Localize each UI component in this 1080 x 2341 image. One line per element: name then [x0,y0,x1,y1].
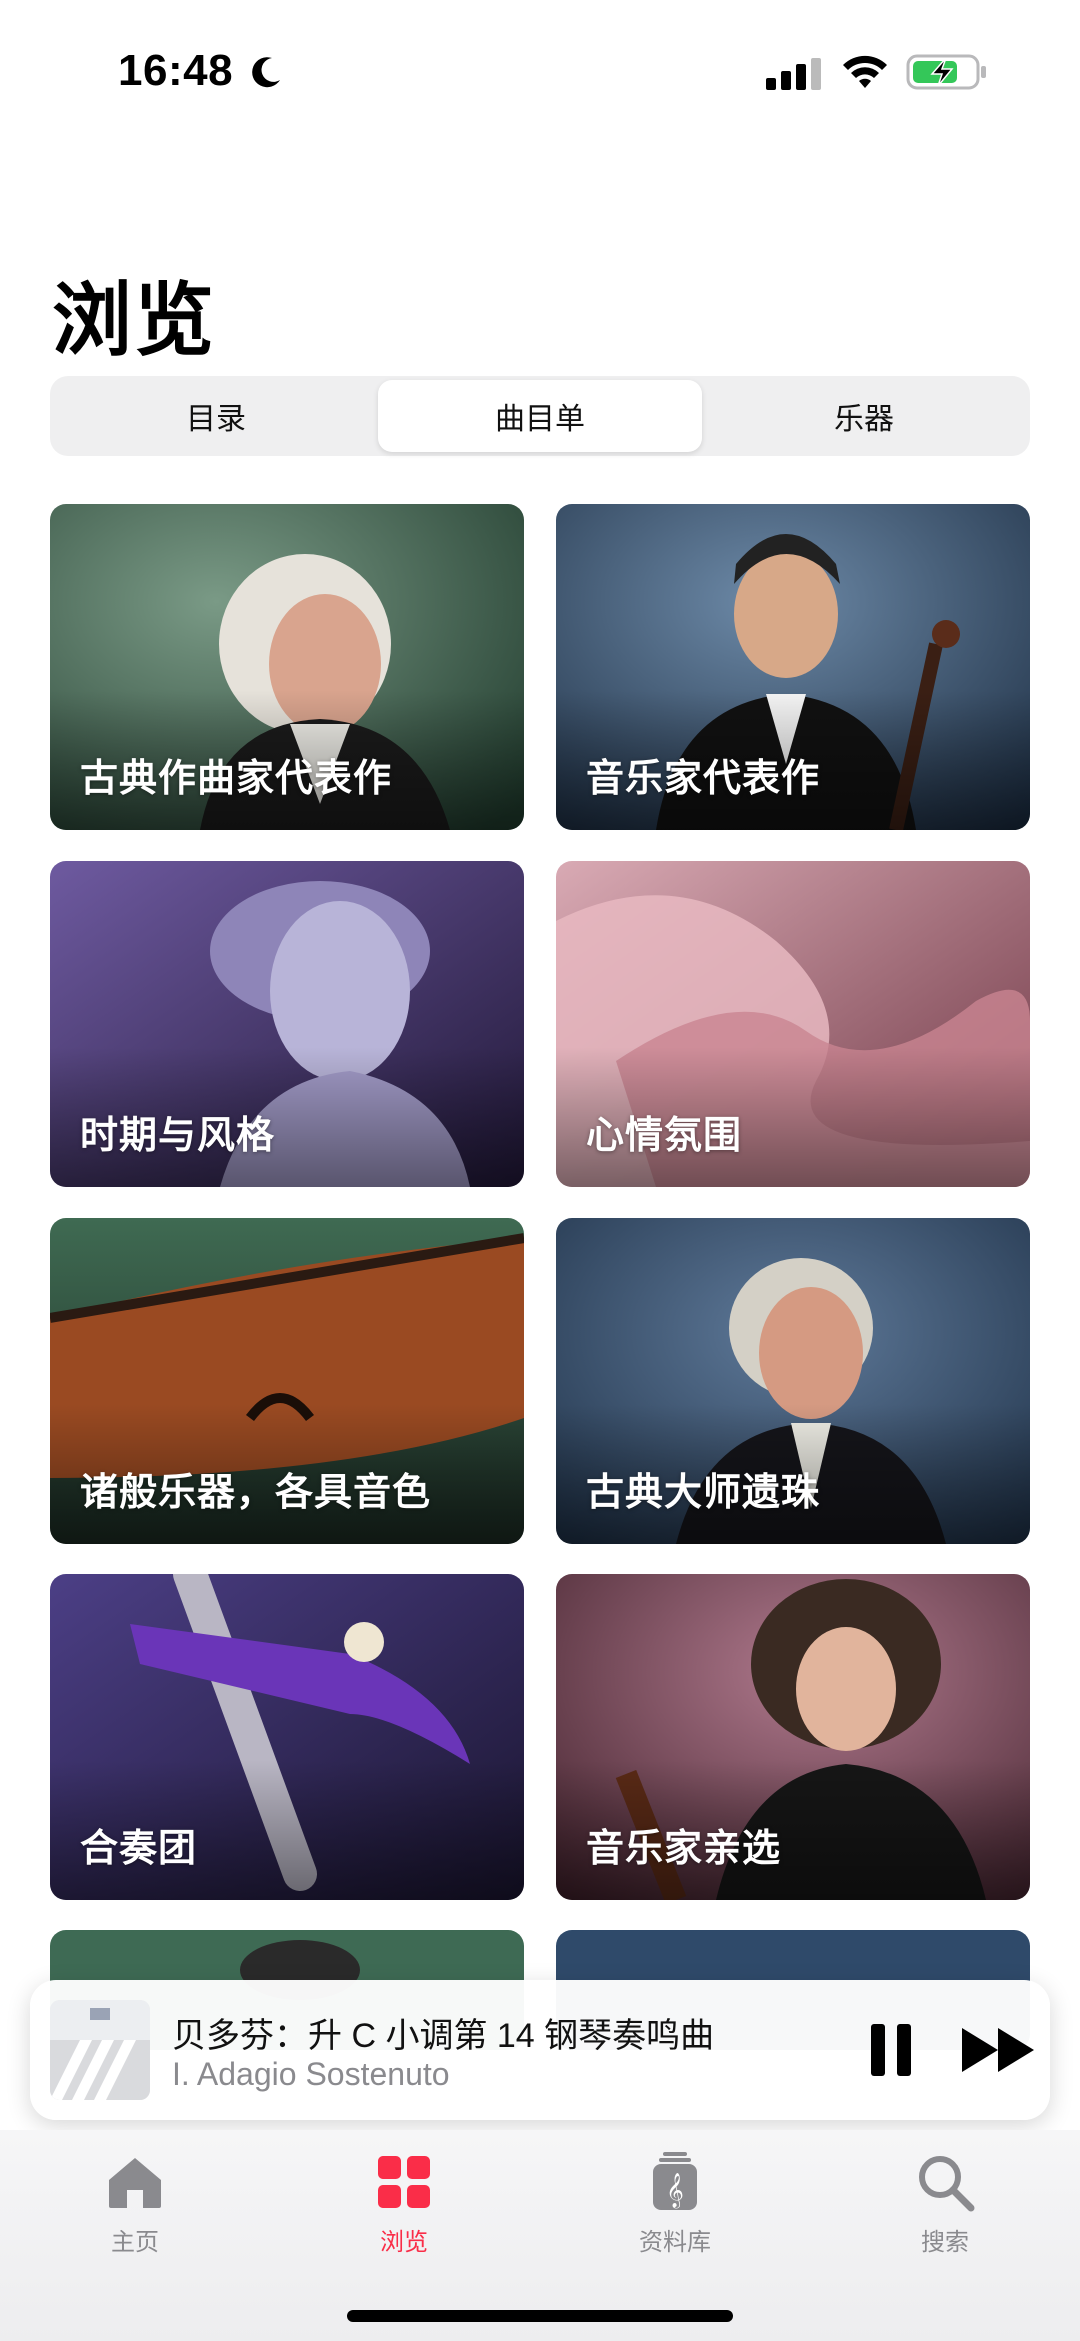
page-title: 浏览 [52,276,216,365]
library-icon: 𝄞 [653,2152,697,2210]
card-musician-highlights[interactable]: 音乐家代表作 [556,504,1030,830]
tab-library[interactable]: 𝄞 资料库 [585,2150,765,2270]
tab-search[interactable]: 搜索 [855,2150,1035,2270]
card-classical-composers[interactable]: 古典作曲家代表作 [50,504,524,830]
svg-text:𝄞: 𝄞 [666,2173,684,2209]
tab-label: 资料库 [639,2229,711,2256]
card-hidden-gems[interactable]: 古典大师遗珠 [556,1218,1030,1544]
card-label: 音乐家代表作 [586,758,821,800]
tab-label: 主页 [111,2229,159,2256]
moon-icon [252,57,280,88]
card-moods[interactable]: 心情氛围 [556,861,1030,1187]
card-label: 合奏团 [80,1828,198,1870]
card-label: 心情氛围 [586,1115,743,1157]
house-icon [109,2158,161,2208]
card-label: 古典作曲家代表作 [80,758,393,800]
mini-player[interactable]: 贝多芬：升 C 小调第 14 钢琴奏鸣曲 I. Adagio Sostenuto [30,1980,1050,2120]
card-musician-picks[interactable]: 音乐家亲选 [556,1574,1030,1900]
forward-icon [962,2028,1034,2072]
next-track-button[interactable] [954,2020,1044,2080]
tab-label: 浏览 [380,2229,428,2256]
wifi-icon [843,55,887,88]
card-label: 古典大师遗珠 [586,1472,821,1514]
home-indicator[interactable] [347,2310,733,2322]
search-icon [919,2156,975,2212]
now-playing-title: 贝多芬：升 C 小调第 14 钢琴奏鸣曲 [172,2017,715,2055]
card-label: 音乐家亲选 [586,1828,782,1870]
segmented-control: 目录 曲目单 乐器 [50,376,1030,456]
segment-instruments[interactable]: 乐器 [702,380,1026,452]
card-label: 诸般乐器，各具音色 [80,1472,432,1514]
status-bar: 16:48 [0,0,1080,140]
tab-browse[interactable]: 浏览 [314,2150,494,2270]
now-playing-subtitle: I. Adagio Sostenuto [172,2056,450,2092]
cellular-signal-icon [766,58,821,90]
segment-catalog[interactable]: 目录 [54,380,378,452]
card-label: 时期与风格 [80,1115,276,1157]
grid-icon [378,2156,430,2208]
battery-charging-icon [906,54,986,90]
tab-label: 搜索 [921,2229,969,2256]
pause-button[interactable] [856,2020,926,2080]
card-periods-styles[interactable]: 时期与风格 [50,861,524,1187]
card-ensembles[interactable]: 合奏团 [50,1574,524,1900]
status-time: 16:48 [118,46,234,95]
card-instruments[interactable]: 诸般乐器，各具音色 [50,1218,524,1544]
pause-icon [871,2024,911,2076]
tab-home[interactable]: 主页 [45,2150,225,2270]
now-playing-artwork [50,2000,150,2100]
segment-playlists[interactable]: 曲目单 [378,380,702,452]
